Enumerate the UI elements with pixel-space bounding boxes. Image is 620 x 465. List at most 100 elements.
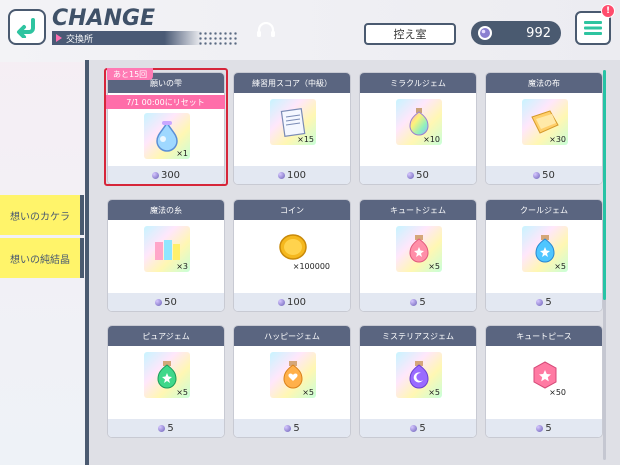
hamburger-icon xyxy=(584,21,602,35)
pure-gem-icon: ×5 xyxy=(144,352,190,398)
item-name: クールジェム xyxy=(486,200,602,220)
price-gem-icon xyxy=(277,298,285,306)
tab-omoi-kakera-label: 想いのカケラ xyxy=(10,211,70,223)
waiting-room-button[interactable]: 控え室 xyxy=(364,23,456,45)
item-quantity: ×3 xyxy=(176,262,188,271)
mysterious-gem-icon: ×5 xyxy=(396,352,442,398)
price-gem-icon xyxy=(410,424,418,432)
shop-item-practice-score[interactable]: 練習用スコア（中級） ×15 100 xyxy=(233,72,351,185)
shop-item-cute-gem[interactable]: キュートジェム ×5 5 xyxy=(359,199,477,312)
item-quantity: ×5 xyxy=(302,388,314,397)
notification-badge: ! xyxy=(601,4,615,18)
back-button[interactable] xyxy=(8,9,46,45)
currency-amount: 992 xyxy=(526,25,551,41)
price-gem-icon xyxy=(410,298,418,306)
item-quantity: ×5 xyxy=(428,262,440,271)
item-price-value: 50 xyxy=(542,169,555,181)
item-quantity: ×15 xyxy=(297,135,314,144)
price-gem-icon xyxy=(158,424,166,432)
reset-time-banner: 7/1 00:00にリセット xyxy=(106,95,225,109)
item-name: キュートピース xyxy=(486,326,602,346)
item-quantity: ×100000 xyxy=(292,262,330,271)
coin-icon: ×100000 xyxy=(270,226,330,272)
shop-item-cute-piece[interactable]: キュートピース ×50 5 xyxy=(485,325,603,438)
item-price: 5 xyxy=(234,419,350,437)
shop-item-happy-gem[interactable]: ハッピージェム ×5 5 xyxy=(233,325,351,438)
tab-omoi-kakera[interactable]: 想いのカケラ xyxy=(0,195,84,235)
item-quantity: ×10 xyxy=(423,135,440,144)
magic-cloth-icon: ×30 xyxy=(522,99,568,145)
price-gem-icon xyxy=(536,424,544,432)
item-price: 50 xyxy=(360,166,476,184)
item-name: ミステリアスジェム xyxy=(360,326,476,346)
item-quantity: ×5 xyxy=(554,262,566,271)
item-price: 5 xyxy=(486,419,602,437)
item-name: 魔法の糸 xyxy=(108,200,224,220)
gem-currency-icon xyxy=(478,26,492,40)
price-gem-icon xyxy=(536,298,544,306)
item-name: ミラクルジェム xyxy=(360,73,476,93)
page-subtitle: 交換所 xyxy=(52,31,202,45)
item-price: 5 xyxy=(360,293,476,311)
shop-item-miracle-gem[interactable]: ミラクルジェム ×10 50 xyxy=(359,72,477,185)
item-quantity: ×5 xyxy=(428,388,440,397)
headphone-icon xyxy=(256,21,276,42)
item-price-value: 5 xyxy=(545,296,552,308)
waiting-room-label: 控え室 xyxy=(393,28,427,41)
item-price-value: 50 xyxy=(164,296,177,308)
cute-gem-icon: ×5 xyxy=(396,226,442,272)
item-name: ハッピージェム xyxy=(234,326,350,346)
item-price: 5 xyxy=(108,419,224,437)
shop-item-pure-gem[interactable]: ピュアジェム ×5 5 xyxy=(107,325,225,438)
shop-item-mysterious-gem[interactable]: ミステリアスジェム ×5 5 xyxy=(359,325,477,438)
page-subtitle-label: 交換所 xyxy=(66,34,94,45)
item-quantity: ×50 xyxy=(549,388,566,397)
item-price-value: 5 xyxy=(167,422,174,434)
shop-item-cool-gem[interactable]: クールジェム ×5 5 xyxy=(485,199,603,312)
item-price-value: 5 xyxy=(419,296,426,308)
item-name: ピュアジェム xyxy=(108,326,224,346)
item-price: 5 xyxy=(486,293,602,311)
cool-gem-icon: ×5 xyxy=(522,226,568,272)
miracle-gem-icon: ×10 xyxy=(396,99,442,145)
item-price-value: 5 xyxy=(419,422,426,434)
selected-item-highlight xyxy=(104,68,228,186)
practice-score-icon: ×15 xyxy=(270,99,316,145)
price-gem-icon xyxy=(407,171,415,179)
price-gem-icon xyxy=(277,171,285,179)
item-price-value: 5 xyxy=(545,422,552,434)
item-price: 50 xyxy=(486,166,602,184)
subtitle-arrow-icon xyxy=(56,34,62,42)
cute-piece-icon: ×50 xyxy=(522,352,568,398)
item-price: 5 xyxy=(360,419,476,437)
item-price: 100 xyxy=(234,293,350,311)
scrollbar-thumb[interactable] xyxy=(603,70,606,300)
magic-thread-icon: ×3 xyxy=(144,226,190,272)
happy-gem-icon: ×5 xyxy=(270,352,316,398)
item-price-value: 5 xyxy=(293,422,300,434)
decorative-dots xyxy=(198,31,238,45)
item-price-value: 100 xyxy=(286,296,307,308)
currency-display: 992 xyxy=(471,21,561,45)
item-quantity: ×30 xyxy=(549,135,566,144)
item-price: 50 xyxy=(108,293,224,311)
remaining-count-badge: あと15回 xyxy=(107,68,154,80)
item-price-value: 100 xyxy=(286,169,307,181)
item-name: 魔法の布 xyxy=(486,73,602,93)
item-price-value: 50 xyxy=(416,169,429,181)
shop-item-magic-cloth[interactable]: 魔法の布 ×30 50 xyxy=(485,72,603,185)
page-title: CHANGE xyxy=(52,6,156,31)
price-gem-icon xyxy=(533,171,541,179)
item-quantity: ×5 xyxy=(176,388,188,397)
item-price: 100 xyxy=(234,166,350,184)
tab-omoi-junkesshou-label: 想いの純結晶 xyxy=(10,254,70,266)
item-name: 練習用スコア（中級） xyxy=(234,73,350,93)
back-arrow-icon xyxy=(17,18,35,38)
item-name: キュートジェム xyxy=(360,200,476,220)
tab-omoi-junkesshou[interactable]: 想いの純結晶 xyxy=(0,238,84,278)
price-gem-icon xyxy=(155,298,163,306)
shop-item-magic-thread[interactable]: 魔法の糸 ×3 50 xyxy=(107,199,225,312)
item-name: コイン xyxy=(234,200,350,220)
shop-item-coin[interactable]: コイン ×100000 100 xyxy=(233,199,351,312)
price-gem-icon xyxy=(284,424,292,432)
